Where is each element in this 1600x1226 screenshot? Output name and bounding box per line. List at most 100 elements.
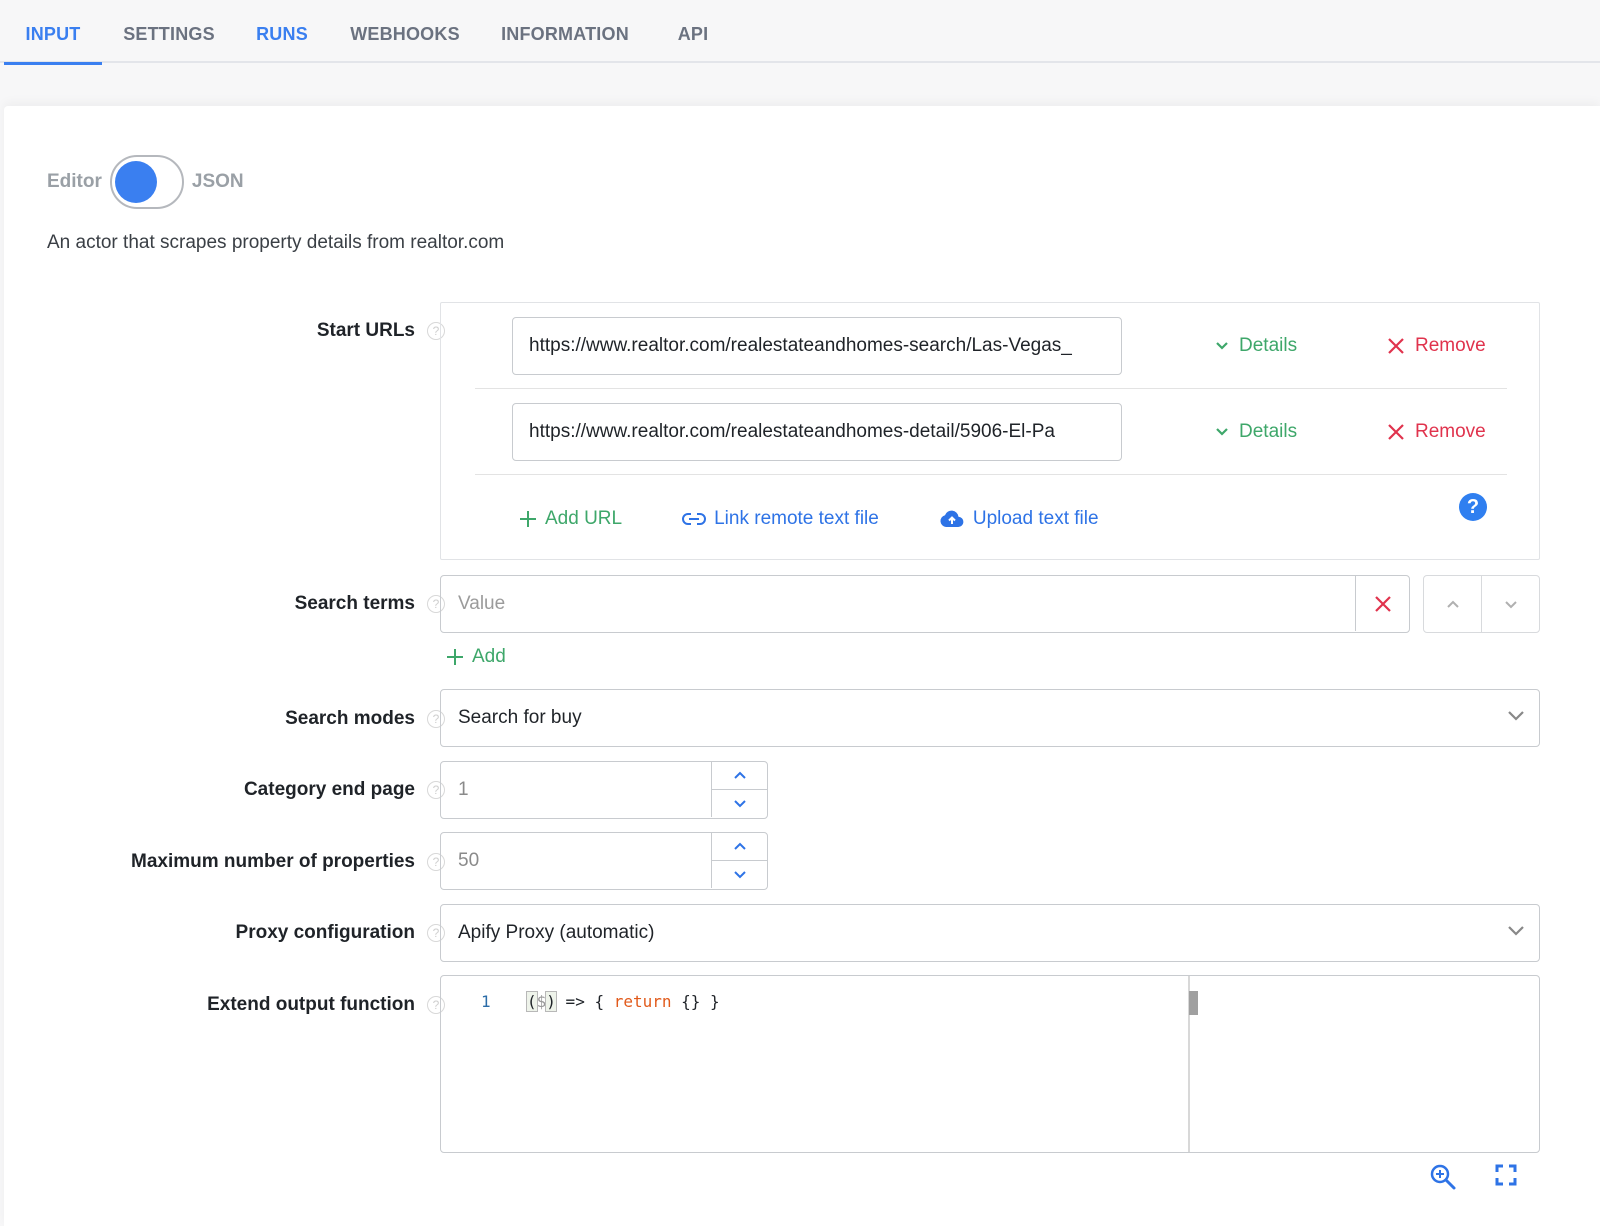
code-arrow: => { xyxy=(555,992,614,1011)
search-term-input[interactable]: Value xyxy=(440,575,1410,633)
url-input[interactable]: https://www.realtor.com/realestateandhom… xyxy=(512,317,1122,375)
plus-icon xyxy=(447,649,463,665)
code-rest: {} } xyxy=(671,992,720,1011)
move-down-button[interactable] xyxy=(1482,576,1539,632)
remove-label: Remove xyxy=(1415,335,1486,356)
max-properties-label-text: Maximum number of properties xyxy=(131,851,415,872)
add-url-label: Add URL xyxy=(545,508,623,529)
minimap-scrollbar[interactable] xyxy=(1189,991,1198,1015)
search-terms-label-text: Search terms xyxy=(294,593,415,614)
category-end-page-label-text: Category end page xyxy=(243,779,415,800)
code-close-paren: ) xyxy=(545,991,557,1012)
json-label: JSON xyxy=(191,171,244,192)
editor-json-toggle[interactable] xyxy=(109,155,184,209)
code-open-paren: ( xyxy=(526,991,538,1012)
max-properties-input[interactable]: 50 xyxy=(440,832,768,890)
search-modes-select[interactable]: Search for buy xyxy=(440,689,1540,747)
start-urls-label: Start URLs ? xyxy=(316,320,445,342)
category-end-page-value: 1 xyxy=(458,779,469,800)
upload-text-file-button[interactable]: Upload text file xyxy=(939,508,1099,530)
search-term-placeholder: Value xyxy=(458,593,506,614)
tab-runs[interactable]: RUNS xyxy=(244,0,320,63)
search-modes-label: Search modes ? xyxy=(285,708,445,730)
remove-label: Remove xyxy=(1415,421,1486,442)
line-number: 1 xyxy=(481,992,491,1011)
code-line[interactable]: ($) => { return {} } xyxy=(526,991,720,1012)
details-label: Details xyxy=(1239,421,1298,442)
move-up-button[interactable] xyxy=(1424,576,1482,632)
code-param: $ xyxy=(536,992,547,1011)
fullscreen-button[interactable] xyxy=(1494,1163,1518,1192)
details-label: Details xyxy=(1239,335,1298,356)
number-stepper xyxy=(711,762,767,817)
code-editor[interactable]: 1 ($) => { return {} } xyxy=(440,975,1540,1153)
details-button[interactable]: Details xyxy=(1215,303,1297,389)
proxy-configuration-value: Apify Proxy (automatic) xyxy=(458,922,655,943)
zoom-in-icon xyxy=(1430,1164,1456,1190)
category-end-page-input[interactable]: 1 xyxy=(440,761,768,819)
close-icon xyxy=(1388,424,1404,440)
chevron-up-icon xyxy=(1446,600,1459,608)
actor-description: An actor that scrapes property details f… xyxy=(47,232,505,253)
category-end-page-label: Category end page ? xyxy=(243,779,445,801)
add-url-button[interactable]: Add URL xyxy=(519,508,622,530)
chevron-down-icon xyxy=(1508,926,1524,936)
chevron-up-icon xyxy=(733,842,746,850)
chevron-up-icon xyxy=(733,771,746,779)
fullscreen-icon xyxy=(1495,1164,1517,1186)
max-properties-value: 50 xyxy=(458,850,480,871)
details-button[interactable]: Details xyxy=(1215,389,1297,475)
zoom-in-button[interactable] xyxy=(1429,1163,1457,1196)
max-properties-label: Maximum number of properties ? xyxy=(131,851,445,873)
close-icon xyxy=(1374,595,1391,612)
plus-icon xyxy=(520,511,536,527)
link-icon xyxy=(682,513,707,525)
decrement-button[interactable] xyxy=(712,790,767,818)
link-remote-label: Link remote text file xyxy=(714,508,879,529)
add-search-term-button[interactable]: Add xyxy=(446,646,506,668)
proxy-configuration-select[interactable]: Apify Proxy (automatic) xyxy=(440,904,1540,962)
remove-button[interactable]: Remove xyxy=(1387,389,1486,475)
search-modes-value: Search for buy xyxy=(458,707,582,728)
chevron-down-icon xyxy=(733,871,746,879)
add-label: Add xyxy=(472,646,506,667)
tab-bar: INPUT SETTINGS RUNS WEBHOOKS INFORMATION… xyxy=(0,0,1600,65)
url-row: https://www.realtor.com/realestateandhom… xyxy=(475,389,1507,475)
chevron-down-icon xyxy=(1504,600,1517,608)
code-keyword: return xyxy=(613,992,672,1011)
remove-button[interactable]: Remove xyxy=(1387,303,1486,389)
extend-output-function-label-text: Extend output function xyxy=(207,994,415,1015)
editor-label: Editor xyxy=(47,171,102,192)
toggle-knob xyxy=(114,161,157,203)
start-urls-box: https://www.realtor.com/realestateandhom… xyxy=(440,302,1540,560)
link-remote-text-file-button[interactable]: Link remote text file xyxy=(682,508,879,530)
number-stepper xyxy=(711,833,767,888)
chevron-down-icon xyxy=(1216,428,1228,436)
increment-button[interactable] xyxy=(712,762,767,790)
tab-settings[interactable]: SETTINGS xyxy=(108,0,230,63)
start-urls-label-text: Start URLs xyxy=(316,320,415,341)
search-terms-label: Search terms ? xyxy=(294,593,445,615)
proxy-configuration-label-text: Proxy configuration xyxy=(235,922,415,943)
cloud-upload-icon xyxy=(940,510,964,528)
clear-search-term-button[interactable] xyxy=(1355,576,1409,631)
tab-input[interactable]: INPUT xyxy=(4,0,102,65)
editor-json-toggle-row: Editor JSON xyxy=(47,154,244,210)
chevron-down-icon xyxy=(1508,711,1524,721)
upload-label: Upload text file xyxy=(972,508,1099,529)
help-icon[interactable]: ? xyxy=(1459,493,1487,521)
url-input[interactable]: https://www.realtor.com/realestateandhom… xyxy=(512,403,1122,461)
decrement-button[interactable] xyxy=(712,861,767,889)
tab-api[interactable]: API xyxy=(664,0,722,63)
increment-button[interactable] xyxy=(712,833,767,861)
extend-output-function-label: Extend output function ? xyxy=(207,994,445,1016)
chevron-down-icon xyxy=(733,800,746,808)
url-actions: Add URL Link remote text file Upload tex… xyxy=(519,499,1159,539)
tab-webhooks[interactable]: WEBHOOKS xyxy=(340,0,470,63)
close-icon xyxy=(1388,338,1404,354)
proxy-configuration-label: Proxy configuration ? xyxy=(235,922,445,944)
chevron-down-icon xyxy=(1216,342,1228,350)
input-form-card: Editor JSON An actor that scrapes proper… xyxy=(4,106,1600,1226)
tab-information[interactable]: INFORMATION xyxy=(490,0,640,63)
url-row: https://www.realtor.com/realestateandhom… xyxy=(475,303,1507,389)
